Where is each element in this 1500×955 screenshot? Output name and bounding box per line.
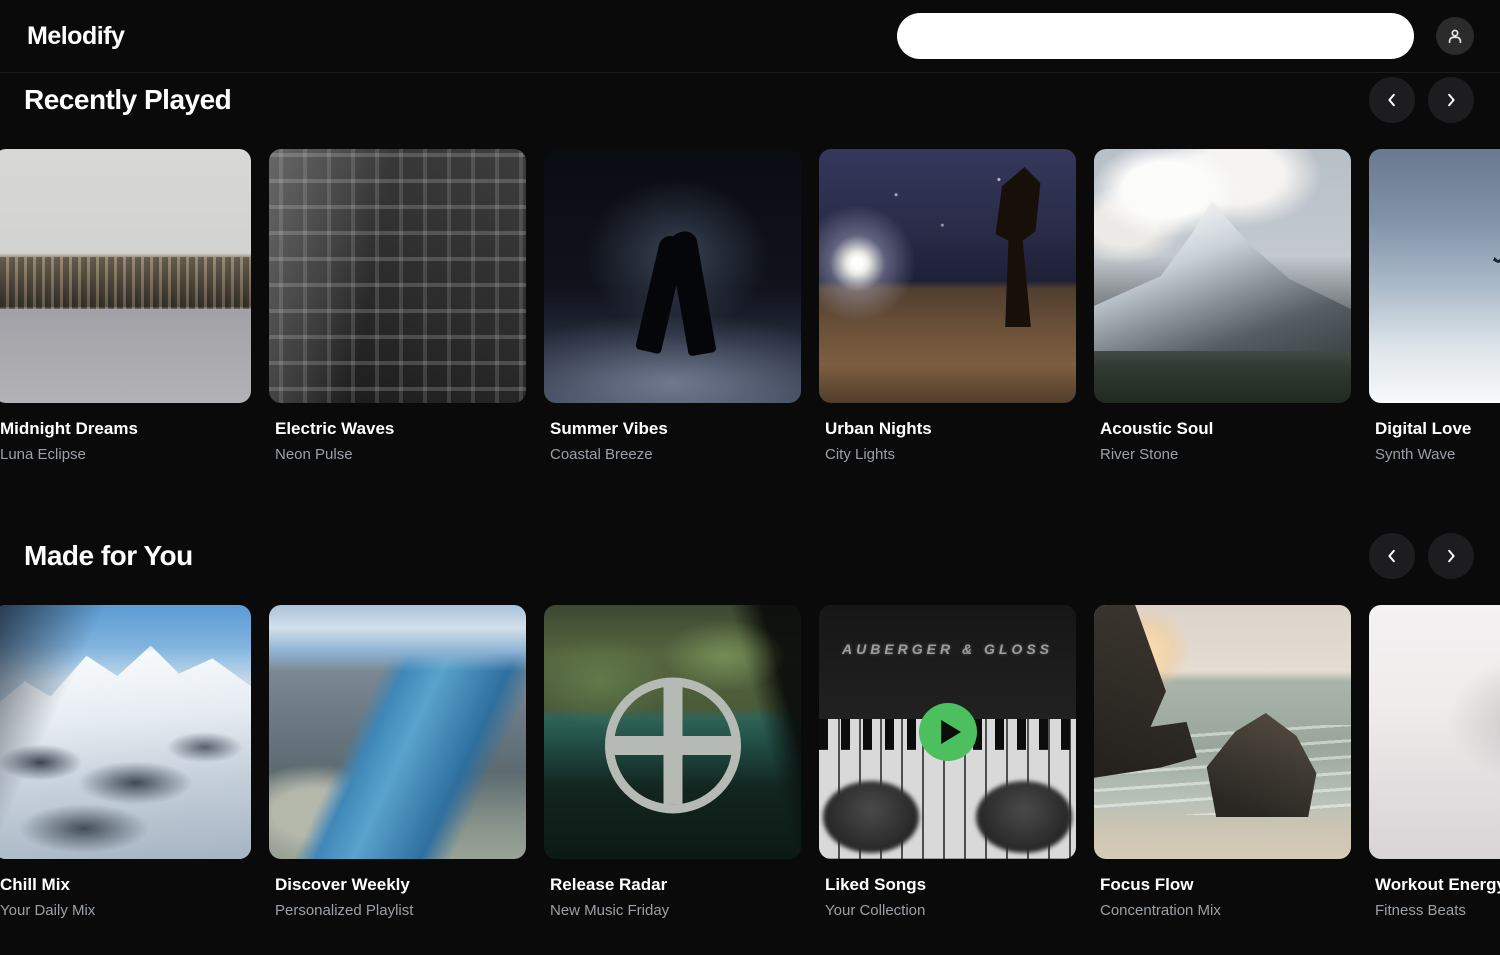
search-input[interactable]: [897, 13, 1414, 59]
chevron-right-icon: [1442, 91, 1460, 109]
album-art: [1369, 605, 1500, 859]
playlist-card-summer-vibes[interactable]: Summer Vibes Coastal Breeze: [544, 149, 801, 463]
section-title: Recently Played: [24, 84, 231, 116]
section-header: Recently Played: [0, 77, 1500, 123]
card-title: Liked Songs: [825, 875, 1076, 895]
card-row: Chill Mix Your Daily Mix Discover Weekly…: [0, 605, 1500, 919]
card-row: Midnight Dreams Luna Eclipse Electric Wa…: [0, 149, 1500, 463]
card-title: Urban Nights: [825, 419, 1076, 439]
section-title: Made for You: [24, 540, 193, 572]
card-subtitle: Synth Wave: [1375, 446, 1500, 463]
carousel-next-button[interactable]: [1428, 77, 1474, 123]
album-art: [544, 605, 801, 859]
album-art: AUBERGER & GLOSS: [819, 605, 1076, 859]
playlist-card-release-radar[interactable]: Release Radar New Music Friday: [544, 605, 801, 919]
album-art: [1369, 149, 1500, 403]
user-account-button[interactable]: [1436, 17, 1474, 55]
carousel-prev-button[interactable]: [1369, 533, 1415, 579]
carousel-arrows: [1369, 77, 1474, 123]
play-icon: [939, 720, 961, 744]
album-art: [269, 605, 526, 859]
album-art: [0, 149, 251, 403]
chevron-right-icon: [1442, 547, 1460, 565]
card-title: Acoustic Soul: [1100, 419, 1351, 439]
section-made-for-you: Made for You Chill Mix Your Daily Mix Di…: [0, 533, 1500, 919]
playlist-card-liked-songs[interactable]: AUBERGER & GLOSS Liked Songs Your Collec…: [819, 605, 1076, 919]
album-art: [1094, 149, 1351, 403]
card-subtitle: Coastal Breeze: [550, 446, 801, 463]
card-subtitle: City Lights: [825, 446, 1076, 463]
app-header: Melodify: [0, 0, 1500, 73]
album-art: [269, 149, 526, 403]
card-subtitle: Neon Pulse: [275, 446, 526, 463]
card-subtitle: Concentration Mix: [1100, 902, 1351, 919]
card-subtitle: Personalized Playlist: [275, 902, 526, 919]
playlist-card-acoustic-soul[interactable]: Acoustic Soul River Stone: [1094, 149, 1351, 463]
playlist-card-midnight-dreams[interactable]: Midnight Dreams Luna Eclipse: [0, 149, 251, 463]
card-title: Release Radar: [550, 875, 801, 895]
album-art: [0, 605, 251, 859]
play-button[interactable]: [919, 703, 977, 761]
card-title: Summer Vibes: [550, 419, 801, 439]
carousel-next-button[interactable]: [1428, 533, 1474, 579]
card-subtitle: Your Collection: [825, 902, 1076, 919]
card-subtitle: River Stone: [1100, 446, 1351, 463]
card-title: Discover Weekly: [275, 875, 526, 895]
playlist-card-urban-nights[interactable]: Urban Nights City Lights: [819, 149, 1076, 463]
playlist-card-digital-love[interactable]: Digital Love Synth Wave: [1369, 149, 1500, 463]
card-subtitle: Luna Eclipse: [0, 446, 251, 463]
card-title: Digital Love: [1375, 419, 1500, 439]
playlist-card-chill-mix[interactable]: Chill Mix Your Daily Mix: [0, 605, 251, 919]
card-title: Chill Mix: [0, 875, 251, 895]
carousel-arrows: [1369, 533, 1474, 579]
card-subtitle: Fitness Beats: [1375, 902, 1500, 919]
card-title: Electric Waves: [275, 419, 526, 439]
playlist-card-focus-flow[interactable]: Focus Flow Concentration Mix: [1094, 605, 1351, 919]
card-title: Midnight Dreams: [0, 419, 251, 439]
card-subtitle: New Music Friday: [550, 902, 801, 919]
card-title: Workout Energy: [1375, 875, 1500, 895]
section-recently-played: Recently Played Midnight Dreams Luna Ecl…: [0, 77, 1500, 463]
user-icon: [1445, 26, 1465, 46]
card-subtitle: Your Daily Mix: [0, 902, 251, 919]
chevron-left-icon: [1383, 91, 1401, 109]
piano-brand-text: AUBERGER & GLOSS: [819, 641, 1076, 657]
app-logo[interactable]: Melodify: [27, 22, 124, 51]
section-header: Made for You: [0, 533, 1500, 579]
album-art: [544, 149, 801, 403]
playlist-card-workout-energy[interactable]: Workout Energy Fitness Beats: [1369, 605, 1500, 919]
album-art: [1094, 605, 1351, 859]
album-art: [819, 149, 1076, 403]
chevron-left-icon: [1383, 547, 1401, 565]
carousel-prev-button[interactable]: [1369, 77, 1415, 123]
playlist-card-electric-waves[interactable]: Electric Waves Neon Pulse: [269, 149, 526, 463]
card-title: Focus Flow: [1100, 875, 1351, 895]
playlist-card-discover-weekly[interactable]: Discover Weekly Personalized Playlist: [269, 605, 526, 919]
